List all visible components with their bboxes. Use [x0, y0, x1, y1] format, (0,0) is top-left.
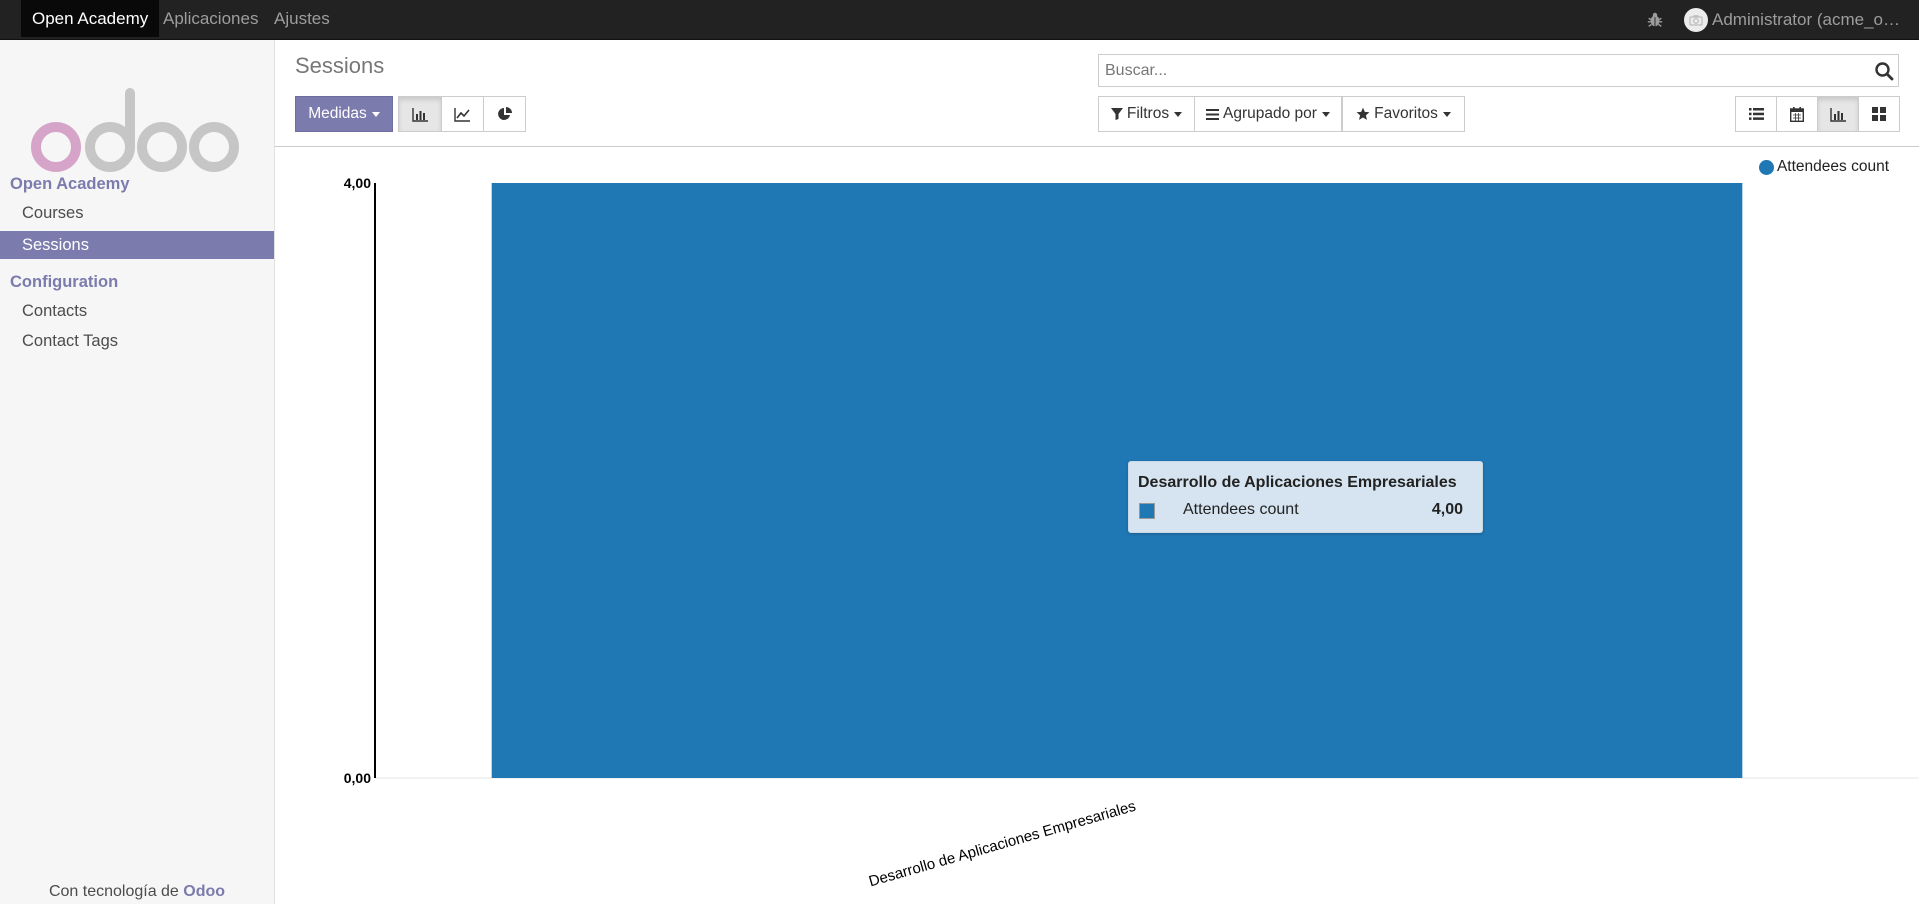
line-chart-icon: [454, 107, 470, 122]
search-input[interactable]: [1099, 55, 1859, 86]
graph-view: 0,00 4,00 Desarrollo de Aplicaciones Empre…: [275, 148, 1919, 904]
caret-down-icon: [1174, 111, 1183, 117]
menu-aplicaciones[interactable]: Aplicaciones: [152, 0, 269, 37]
caret-down-icon: [1442, 111, 1451, 117]
sidebar-item-courses[interactable]: Courses: [0, 199, 274, 227]
chart-tooltip: Desarrollo de Aplicaciones Empresariales…: [1128, 461, 1483, 533]
list-view-icon: [1748, 108, 1764, 120]
filters-button[interactable]: Filtros: [1098, 96, 1195, 132]
graph-view-button[interactable]: [1817, 96, 1859, 132]
list-view-button[interactable]: [1735, 96, 1777, 132]
camera-icon: [1689, 15, 1703, 26]
powered-by-odoo-link[interactable]: Odoo: [183, 883, 225, 900]
pie-chart-button[interactable]: [483, 96, 526, 132]
x-tick-label: Desarrollo de Aplicaciones Empresariales: [867, 798, 1138, 891]
top-navbar: Open Academy Aplicaciones Ajustes Admini…: [0, 0, 1919, 40]
bug-icon[interactable]: [1646, 11, 1664, 29]
pie-chart-icon: [497, 107, 512, 120]
graph-view-icon: [1829, 107, 1846, 122]
odoo-logo[interactable]: [28, 80, 243, 180]
sidebar: Open Academy Courses Sessions Configurat…: [0, 40, 275, 904]
tooltip-label: Attendees count: [1183, 501, 1299, 518]
menu-ajustes[interactable]: Ajustes: [263, 0, 341, 37]
avatar: [1684, 8, 1708, 32]
sidebar-item-sessions[interactable]: Sessions: [0, 231, 274, 259]
favorites-button[interactable]: Favoritos: [1342, 96, 1465, 132]
tooltip-title: Desarrollo de Aplicaciones Empresariales: [1138, 474, 1457, 491]
caret-down-icon: [1321, 111, 1330, 117]
sidebar-section-open-academy: Open Academy: [10, 175, 130, 193]
powered-by-prefix: Con tecnología de: [48, 883, 179, 900]
y-tick-label: 4,00: [344, 175, 371, 191]
favorites-label: Favoritos: [1374, 105, 1438, 122]
star-icon: [1356, 107, 1370, 120]
bar[interactable]: [491, 183, 1743, 778]
bars-icon: [1206, 108, 1220, 120]
page-title: Sessions: [295, 53, 385, 78]
kanban-view-button[interactable]: [1858, 96, 1900, 132]
menu-open-academy[interactable]: Open Academy: [21, 0, 160, 37]
legend-label: Attendees count: [1776, 158, 1889, 175]
sidebar-section-configuration: Configuration: [10, 273, 119, 291]
group-by-label: Agrupado por: [1223, 105, 1317, 122]
legend-swatch: [1758, 159, 1774, 175]
tooltip-value: 4,00: [1431, 501, 1463, 518]
search-box: [1098, 54, 1899, 87]
bar-chart-button[interactable]: [398, 96, 442, 132]
calendar-view-button[interactable]: [1776, 96, 1818, 132]
sidebar-item-contacts[interactable]: Contacts: [0, 297, 274, 325]
user-name: Administrator (acme_o…: [1712, 10, 1901, 29]
kanban-view-icon: [1872, 107, 1886, 121]
y-tick-label: 0,00: [344, 770, 371, 786]
bar-chart: 0,004,00Desarrollo de Aplicaciones Empre…: [344, 175, 1919, 891]
filters-label: Filtros: [1126, 105, 1170, 122]
user-menu[interactable]: Administrator (acme_o…: [1684, 8, 1919, 32]
search-icon[interactable]: [1874, 61, 1894, 81]
bar-chart-icon: [411, 107, 428, 122]
control-panel: Sessions Medidas Filtros Agrupado: [275, 40, 1919, 147]
tooltip-swatch: [1139, 503, 1155, 519]
group-by-button[interactable]: Agrupado por: [1194, 96, 1342, 132]
caret-down-icon: [371, 111, 380, 117]
measures-button[interactable]: Medidas: [295, 96, 393, 132]
powered-by: Con tecnología de Odoo: [0, 883, 274, 901]
line-chart-button[interactable]: [441, 96, 484, 132]
measures-label: Medidas: [308, 105, 367, 122]
sidebar-item-contact-tags[interactable]: Contact Tags: [0, 327, 274, 355]
filter-icon: [1110, 108, 1123, 120]
chart-legend[interactable]: Attendees count: [1758, 158, 1889, 176]
calendar-view-icon: [1790, 106, 1804, 122]
